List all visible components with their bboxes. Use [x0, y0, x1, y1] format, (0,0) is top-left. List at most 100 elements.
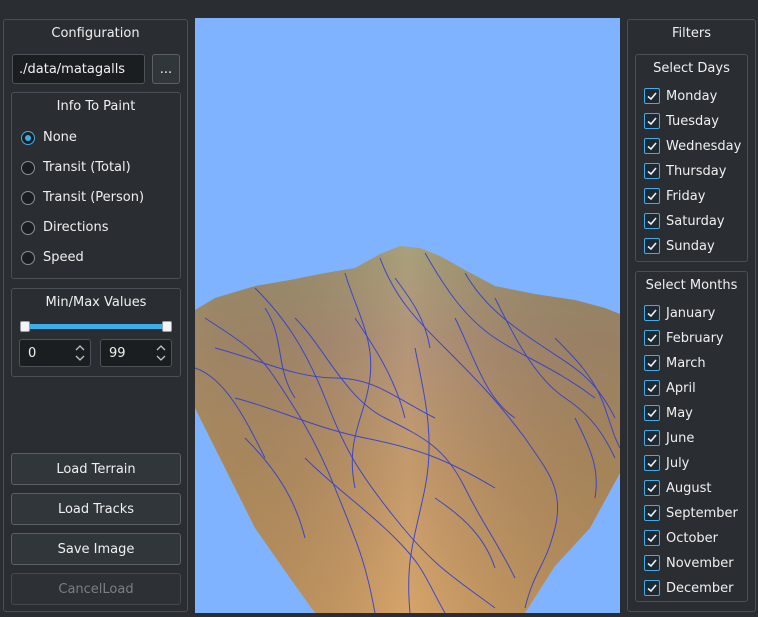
checkbox-label: June	[666, 430, 695, 446]
checkmark-icon[interactable]	[644, 455, 660, 471]
checkmark-icon[interactable]	[644, 305, 660, 321]
checkbox-label: April	[666, 380, 696, 396]
checkbox-label: August	[666, 480, 712, 496]
checkmark-icon[interactable]	[644, 88, 660, 104]
radio-option-none[interactable]: None	[21, 130, 77, 145]
checkbox-label: Saturday	[666, 213, 725, 229]
radio-option-directions[interactable]: Directions	[21, 220, 109, 235]
checkbox-label: July	[666, 455, 690, 471]
checkbox-january[interactable]: January	[644, 305, 715, 321]
filters-title: Filters	[672, 26, 711, 41]
radio-indicator	[21, 130, 35, 145]
min-max-title: Min/Max Values	[45, 295, 147, 310]
checkbox-tuesday[interactable]: Tuesday	[644, 113, 719, 129]
checkbox-april[interactable]: April	[644, 380, 696, 396]
checkbox-june[interactable]: June	[644, 430, 694, 446]
checkmark-icon[interactable]	[644, 580, 660, 596]
checkmark-icon[interactable]	[644, 330, 660, 346]
checkbox-label: Thursday	[666, 163, 727, 179]
checkbox-label: September	[666, 505, 738, 521]
checkmark-icon[interactable]	[644, 555, 660, 571]
checkbox-label: Monday	[666, 88, 718, 104]
select-days-group: Select Days Monday Tuesday Wednesday Thursd…	[635, 54, 748, 262]
checkmark-icon[interactable]	[644, 430, 660, 446]
select-months-title: Select Months	[645, 278, 738, 293]
checkbox-label: Wednesday	[666, 138, 742, 154]
checkbox-october[interactable]: October	[644, 530, 718, 546]
checkbox-label: January	[666, 305, 716, 321]
spin-arrows-icon[interactable]	[74, 342, 86, 364]
checkbox-label: December	[666, 580, 734, 596]
max-value: 99	[109, 346, 126, 361]
select-months-group: Select Months January February March April M…	[635, 271, 748, 602]
checkmark-icon[interactable]	[644, 163, 660, 179]
radio-option-transit-person[interactable]: Transit (Person)	[21, 190, 144, 205]
checkmark-icon[interactable]	[644, 530, 660, 546]
min-max-group: Min/Max Values 0 99	[11, 288, 181, 377]
info-to-paint-group: Info To Paint None Transit (Total) Trans…	[11, 92, 181, 279]
checkbox-may[interactable]: May	[644, 405, 693, 421]
range-slider-track	[24, 324, 168, 329]
configuration-panel: Configuration ./data/matagalls ... Info …	[3, 19, 188, 612]
load-terrain-button[interactable]: Load Terrain	[11, 453, 181, 485]
checkbox-label: November	[666, 555, 734, 571]
checkbox-label: Friday	[666, 188, 706, 204]
checkbox-august[interactable]: August	[644, 480, 712, 496]
checkbox-march[interactable]: March	[644, 355, 706, 371]
checkbox-wednesday[interactable]: Wednesday	[644, 138, 741, 154]
checkmark-icon[interactable]	[644, 188, 660, 204]
range-slider-max-handle[interactable]	[162, 321, 172, 332]
checkmark-icon[interactable]	[644, 213, 660, 229]
load-tracks-button[interactable]: Load Tracks	[11, 493, 181, 525]
checkbox-december[interactable]: December	[644, 580, 733, 596]
radio-indicator	[21, 190, 35, 205]
checkbox-july[interactable]: July	[644, 455, 689, 471]
radio-label: Transit (Total)	[43, 160, 131, 175]
checkbox-september[interactable]: September	[644, 505, 738, 521]
checkbox-label: October	[666, 530, 719, 546]
spin-arrows-icon[interactable]	[155, 342, 167, 364]
cancel-load-button: CancelLoad	[11, 573, 181, 605]
range-slider-min-handle[interactable]	[20, 321, 30, 332]
checkmark-icon[interactable]	[644, 505, 660, 521]
checkmark-icon[interactable]	[644, 238, 660, 254]
checkbox-label: Sunday	[666, 238, 715, 254]
radio-option-speed[interactable]: Speed	[21, 250, 84, 265]
checkbox-label: February	[666, 330, 724, 346]
radio-label: Directions	[43, 220, 109, 235]
checkbox-thursday[interactable]: Thursday	[644, 163, 726, 179]
browse-button[interactable]: ...	[152, 54, 180, 84]
checkmark-icon[interactable]	[644, 405, 660, 421]
max-value-spinbox[interactable]: 99	[100, 339, 172, 367]
checkmark-icon[interactable]	[644, 355, 660, 371]
checkbox-friday[interactable]: Friday	[644, 188, 705, 204]
radio-indicator	[21, 250, 35, 265]
range-slider[interactable]	[20, 321, 172, 333]
configuration-title: Configuration	[51, 26, 140, 41]
info-to-paint-title: Info To Paint	[56, 99, 136, 114]
checkmark-icon[interactable]	[644, 113, 660, 129]
terrain-viewport[interactable]	[195, 18, 620, 613]
filters-panel: Filters Select Days Monday Tuesday Wednesd…	[627, 19, 756, 612]
checkmark-icon[interactable]	[644, 480, 660, 496]
min-value-spinbox[interactable]: 0	[19, 339, 91, 367]
checkbox-label: May	[666, 405, 693, 421]
radio-option-transit-total[interactable]: Transit (Total)	[21, 160, 131, 175]
checkbox-monday[interactable]: Monday	[644, 88, 717, 104]
checkmark-icon[interactable]	[644, 138, 660, 154]
min-value: 0	[28, 346, 37, 361]
data-path-input[interactable]: ./data/matagalls	[12, 54, 145, 84]
checkbox-february[interactable]: February	[644, 330, 724, 346]
radio-label: Speed	[43, 250, 84, 265]
checkbox-sunday[interactable]: Sunday	[644, 238, 715, 254]
terrain-render	[195, 246, 620, 613]
radio-indicator	[21, 220, 35, 235]
radio-label: None	[43, 130, 77, 145]
select-days-title: Select Days	[653, 61, 730, 76]
checkbox-saturday[interactable]: Saturday	[644, 213, 725, 229]
checkbox-november[interactable]: November	[644, 555, 734, 571]
checkbox-label: Tuesday	[666, 113, 719, 129]
radio-label: Transit (Person)	[43, 190, 145, 205]
checkmark-icon[interactable]	[644, 380, 660, 396]
save-image-button[interactable]: Save Image	[11, 533, 181, 565]
